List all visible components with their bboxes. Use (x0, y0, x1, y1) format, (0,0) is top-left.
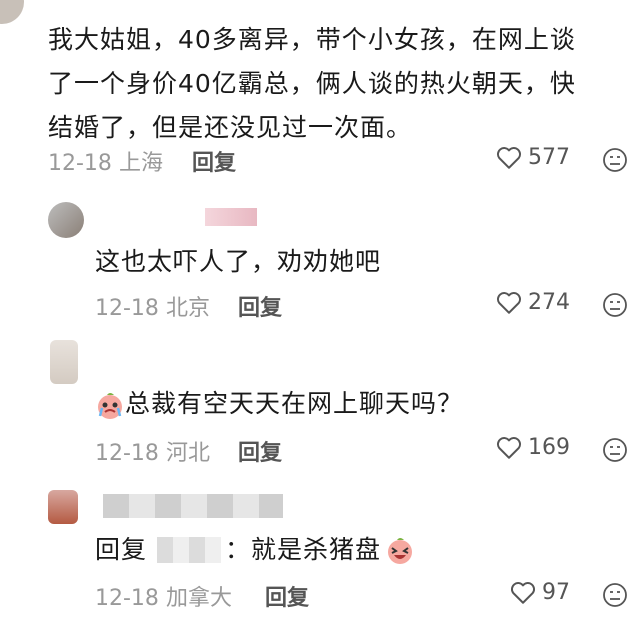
sad-face-icon[interactable] (602, 292, 628, 318)
comment-meta: 12-18 上海 (48, 145, 163, 177)
laughing-peach-emoji (388, 538, 413, 564)
heart-outline-icon (510, 581, 536, 604)
comment-text-body: 总裁有空天天在网上聊天吗？ (125, 389, 464, 418)
heart-outline-icon (496, 146, 522, 169)
comment-date: 12-18 (95, 441, 159, 466)
comment-location: 北京 (165, 296, 210, 321)
comment-location: 上海 (118, 151, 163, 176)
heart-outline-icon (496, 436, 522, 459)
comment-date: 12-18 (48, 151, 112, 176)
heart-outline-icon (496, 291, 522, 314)
comment-location: 加拿大 (165, 586, 232, 611)
avatar[interactable] (0, 0, 24, 24)
avatar[interactable] (48, 490, 78, 524)
comment-line: 结婚了，但是还没见过一次面。 (48, 113, 413, 142)
comment-meta: 12-18 河北 (95, 435, 210, 467)
sad-face-icon[interactable] (602, 582, 628, 608)
like-button[interactable]: 169 (496, 435, 570, 460)
username-blurred[interactable] (205, 208, 257, 226)
comment-location: 河北 (165, 441, 210, 466)
avatar[interactable] (48, 202, 84, 238)
mention-blurred[interactable] (157, 537, 222, 563)
sad-face-icon[interactable] (602, 147, 628, 173)
comment-meta: 12-18 北京 (95, 290, 210, 322)
reply-button[interactable]: 回复 (192, 145, 236, 177)
comment-text: 总裁有空天天在网上聊天吗？ (95, 382, 463, 426)
avatar[interactable] (50, 340, 78, 384)
comment-date: 12-18 (95, 296, 159, 321)
like-count: 577 (528, 145, 570, 170)
comment-meta: 12-18 加拿大 (95, 580, 232, 612)
comment-date: 12-18 (95, 586, 159, 611)
username-blurred[interactable] (103, 494, 283, 518)
like-count: 274 (528, 290, 570, 315)
comment-text: 回复 ：就是杀猪盘 (95, 528, 415, 572)
like-button[interactable]: 97 (510, 580, 570, 605)
comment-line: 了一个身价40亿霸总，俩人谈的热火朝天，快 (48, 69, 576, 98)
comment-line: 我大姑姐，40多离异，带个小女孩，在网上谈 (48, 25, 576, 54)
reply-button[interactable]: 回复 (238, 290, 282, 322)
reply-button[interactable]: 回复 (265, 580, 309, 612)
sad-face-icon[interactable] (602, 437, 628, 463)
crying-peach-emoji (98, 393, 122, 419)
reply-prefix: 回复 (95, 535, 148, 564)
like-count: 169 (528, 435, 570, 460)
reply-button[interactable]: 回复 (238, 435, 282, 467)
comment-text: 我大姑姐，40多离异，带个小女孩，在网上谈 了一个身价40亿霸总，俩人谈的热火朝… (48, 18, 638, 150)
like-button[interactable]: 577 (496, 145, 570, 170)
like-button[interactable]: 274 (496, 290, 570, 315)
like-count: 97 (542, 580, 570, 605)
comment-text: 这也太吓人了，劝劝她吧 (95, 247, 382, 276)
comment-text-body: ：就是杀猪盘 (225, 535, 382, 564)
